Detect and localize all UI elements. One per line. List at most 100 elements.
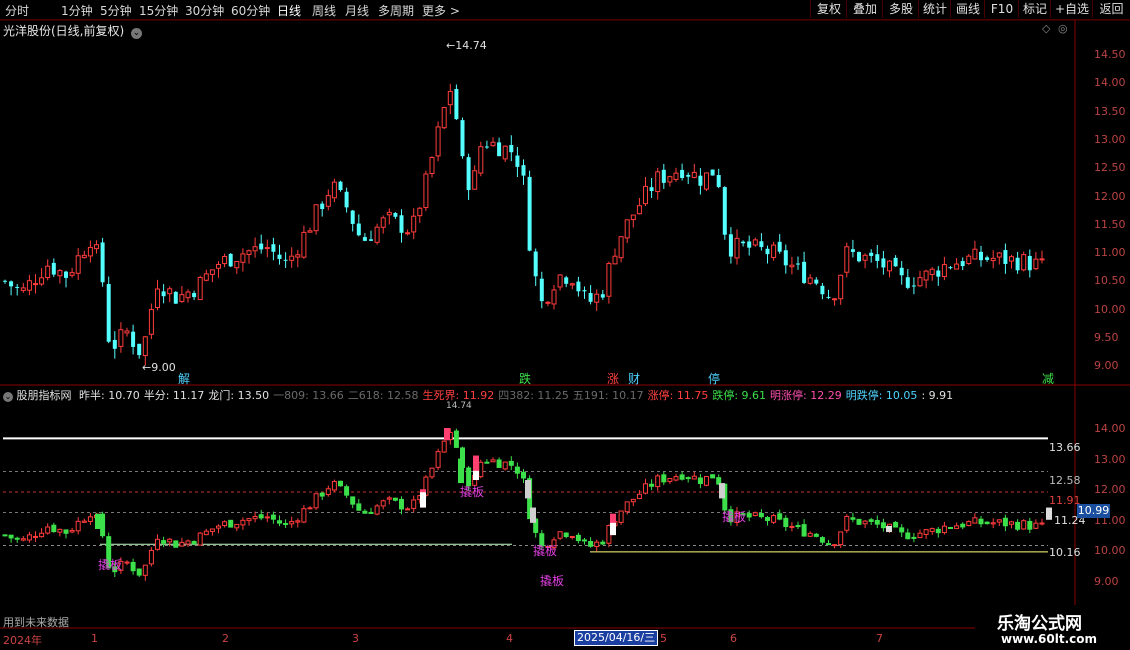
level-label-lifeline: 11.91	[1049, 494, 1081, 507]
indicator-candle	[826, 539, 831, 546]
indicator-candle	[594, 539, 600, 552]
indicator-candle	[673, 473, 679, 482]
indicator-candle	[313, 493, 319, 510]
candle	[484, 140, 489, 149]
signal-label: 撬板	[533, 544, 558, 558]
indicator-candle	[301, 504, 307, 524]
candle	[51, 258, 56, 277]
candle	[167, 286, 173, 303]
candle	[820, 283, 825, 300]
candle	[826, 289, 831, 300]
indicator-candle	[960, 522, 966, 530]
indicator-candle	[777, 509, 783, 521]
candle	[600, 289, 605, 300]
candle	[497, 137, 502, 157]
candle	[917, 270, 923, 287]
candle	[386, 208, 392, 225]
candle	[911, 277, 916, 295]
candle	[234, 260, 240, 274]
candle	[423, 170, 429, 211]
event-marker-finance[interactable]: 财	[628, 370, 640, 387]
indicator-candle	[856, 518, 862, 526]
candle	[691, 163, 697, 179]
indicator-candle	[978, 516, 984, 528]
indicator-candle	[26, 531, 32, 543]
indicator-candle	[789, 521, 795, 532]
candle	[161, 284, 166, 304]
candlestick-chart[interactable]	[0, 20, 1074, 385]
candle	[441, 106, 447, 130]
indicator-candle	[917, 529, 923, 539]
indicator-candle	[173, 540, 179, 548]
candle	[228, 253, 233, 268]
candle	[295, 250, 301, 268]
indicator-candle	[813, 532, 819, 538]
candle	[203, 269, 209, 282]
price-axis-label: 12.00	[1094, 189, 1126, 203]
highlight-bar	[473, 470, 479, 481]
candle	[411, 208, 417, 240]
event-marker-unlock[interactable]: 解	[178, 370, 190, 387]
indicator-candle	[75, 517, 81, 535]
indicator-candle	[801, 519, 807, 537]
indicator-candle	[783, 515, 789, 532]
candle	[338, 180, 343, 192]
indicator-candle	[8, 534, 14, 543]
indicator-candle	[307, 506, 313, 510]
price-axis-label: 10.50	[1094, 274, 1126, 288]
candle	[69, 267, 75, 278]
indicator-candle	[362, 509, 368, 514]
candle	[923, 269, 929, 289]
candle	[1033, 252, 1039, 271]
candle	[75, 248, 81, 280]
indicator-candle	[87, 513, 93, 526]
candle	[680, 163, 685, 181]
indicator-candle	[33, 531, 38, 542]
highlight-bar	[444, 428, 450, 441]
candle	[118, 322, 124, 353]
event-marker-reduce[interactable]: 减	[1042, 370, 1054, 387]
signal-label: 撬板	[460, 485, 485, 499]
candle	[148, 303, 154, 340]
indicator-candle	[832, 544, 838, 549]
candle	[502, 145, 508, 162]
indicator-candle	[929, 527, 935, 535]
event-marker-halt[interactable]: 停	[708, 370, 720, 387]
event-marker-drop[interactable]: 跌	[519, 370, 531, 387]
highlight-bar	[530, 507, 536, 523]
indicator-candle	[972, 513, 978, 524]
indicator-axis-label: 13.00	[1094, 452, 1126, 466]
candle	[941, 256, 947, 281]
candle	[807, 274, 813, 285]
candle	[960, 257, 965, 271]
indicator-candle	[356, 498, 362, 511]
indicator-candle	[996, 519, 1002, 527]
indicator-chart[interactable]	[0, 398, 1074, 628]
candle	[814, 277, 819, 286]
event-marker-rise[interactable]: 涨	[607, 370, 619, 387]
current-value-badge: 10.99	[1077, 504, 1110, 518]
candle	[259, 234, 264, 254]
indicator-candle	[100, 511, 106, 539]
indicator-candle	[130, 558, 136, 575]
candle	[539, 271, 544, 309]
candle	[985, 255, 990, 262]
indicator-candle	[807, 531, 813, 538]
candle	[771, 241, 777, 261]
candle	[185, 289, 191, 303]
level-label-618: 12.58	[1049, 474, 1081, 487]
low-price-label: ←9.00	[142, 361, 176, 374]
candle	[405, 229, 411, 236]
signal-label: 撬板	[722, 510, 747, 524]
indicator-candle	[758, 509, 764, 519]
indicator-candle	[948, 526, 953, 530]
indicator-candle	[20, 535, 26, 542]
candle	[636, 197, 642, 215]
candle	[362, 233, 367, 242]
indicator-candle	[270, 511, 276, 524]
candle	[45, 259, 51, 281]
indicator-candle	[14, 536, 20, 543]
indicator-candle	[289, 516, 295, 528]
candle	[728, 227, 733, 264]
candle	[472, 165, 478, 190]
